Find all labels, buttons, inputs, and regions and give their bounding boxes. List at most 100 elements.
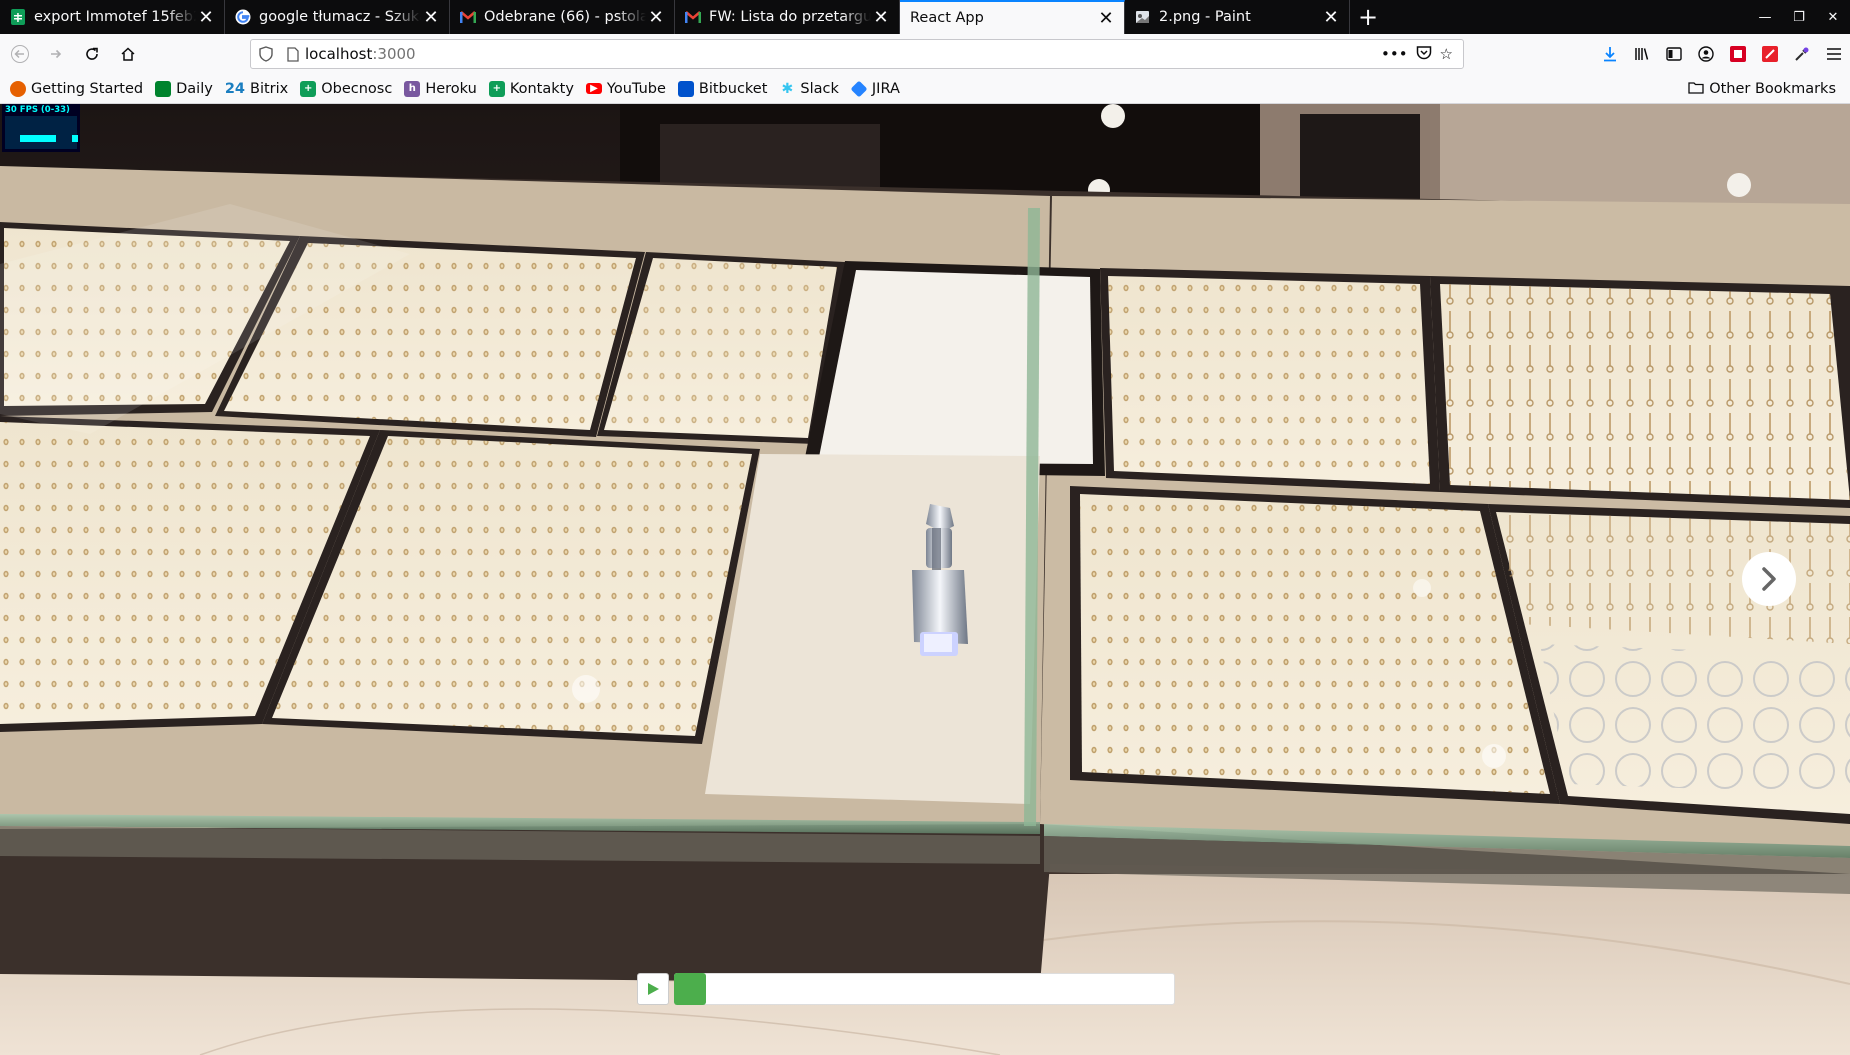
bookmark-label: Heroku: [425, 80, 477, 97]
page-actions-icon[interactable]: •••: [1381, 45, 1408, 64]
minimize-icon[interactable]: —: [1748, 0, 1782, 34]
bookmark-label: YouTube: [606, 80, 666, 97]
bookmark-label: Daily: [176, 80, 213, 97]
extension-pdf-icon[interactable]: [1754, 38, 1786, 70]
bookmark-label: Obecnosc: [321, 80, 393, 97]
google-icon: [235, 9, 251, 25]
tab-title: 2.png - Paint: [1159, 9, 1251, 25]
tab-title: FW: Lista do przetargu na: [709, 9, 871, 25]
fps-graph-tick: [72, 135, 78, 142]
close-icon[interactable]: ✕: [196, 7, 216, 28]
folder-icon: [1688, 81, 1704, 98]
pocket-icon[interactable]: [1416, 45, 1432, 64]
bookmark-heroku[interactable]: h Heroku: [404, 80, 477, 97]
bookmark-daily[interactable]: Daily: [155, 80, 213, 97]
forward-icon[interactable]: [40, 38, 72, 70]
tab-react-app[interactable]: React App ✕: [900, 0, 1125, 34]
bookmark-obecnosc[interactable]: + Obecnosc: [300, 80, 393, 97]
tab-gmail-fw[interactable]: FW: Lista do przetargu na ✕: [675, 0, 900, 34]
bitbucket-icon: [677, 80, 694, 97]
eyedropper-icon[interactable]: [1786, 38, 1818, 70]
close-icon[interactable]: ✕: [1321, 7, 1341, 28]
extension-red-icon[interactable]: [1722, 38, 1754, 70]
bookmarks-bar: Getting Started Daily 24 Bitrix + Obecno…: [0, 74, 1850, 104]
other-bookmarks[interactable]: Other Bookmarks: [1688, 74, 1836, 104]
animation-player: [637, 973, 1175, 1005]
account-icon[interactable]: [1690, 38, 1722, 70]
new-tab-button[interactable]: +: [1350, 0, 1386, 34]
tab-google-translate[interactable]: google tłumacz - Szukaj w Google ✕: [225, 0, 450, 34]
gmail-icon: [460, 9, 476, 25]
url-bar[interactable]: localhost:3000 ••• ☆: [250, 39, 1464, 69]
url-host: localhost: [305, 45, 373, 63]
bookmark-jira[interactable]: JIRA: [850, 80, 900, 97]
page-info-icon[interactable]: [281, 46, 305, 62]
sheets-icon: +: [488, 80, 505, 97]
youtube-icon: ▶: [585, 83, 602, 94]
toolbar-right: [1594, 34, 1850, 74]
window-controls: — ❐ ✕: [1748, 0, 1850, 34]
url-text[interactable]: localhost:3000: [305, 45, 1381, 63]
restore-icon[interactable]: ❐: [1782, 0, 1816, 34]
sidebar-icon[interactable]: [1658, 38, 1690, 70]
close-icon[interactable]: ✕: [871, 7, 891, 28]
tab-paint[interactable]: 2.png - Paint ✕: [1125, 0, 1350, 34]
bookmark-bitrix[interactable]: 24 Bitrix: [225, 81, 288, 97]
play-icon: [648, 983, 659, 995]
tab-gmail-inbox[interactable]: Odebrane (66) - pstolarczyk ✕: [450, 0, 675, 34]
fps-graph: [5, 116, 77, 149]
bookmark-label: Kontakty: [509, 80, 574, 97]
bookmark-label: Bitrix: [250, 80, 289, 97]
downloads-icon[interactable]: [1594, 38, 1626, 70]
chevron-right-icon: [1762, 567, 1776, 591]
bookmark-star-icon[interactable]: ☆: [1440, 45, 1453, 64]
bookmark-label: Getting Started: [31, 80, 144, 97]
jira-icon: [850, 80, 868, 97]
back-icon[interactable]: [4, 38, 36, 70]
bookmark-getting-started[interactable]: Getting Started: [10, 80, 144, 97]
bookmark-slack[interactable]: ✱ Slack: [779, 81, 839, 97]
play-button[interactable]: [637, 973, 669, 1005]
library-icon[interactable]: [1626, 38, 1658, 70]
tab-title: Odebrane (66) - pstolarczyk: [484, 9, 646, 25]
fps-label: 30 FPS (0-33): [5, 105, 70, 115]
gmail-icon: [685, 9, 701, 25]
bookmark-kontakty[interactable]: + Kontakty: [488, 80, 574, 97]
bookmark-youtube[interactable]: ▶ YouTube: [585, 80, 666, 97]
menu-icon[interactable]: [1818, 38, 1850, 70]
progress-track[interactable]: [674, 973, 1175, 1005]
close-icon[interactable]: ✕: [421, 7, 441, 28]
close-icon[interactable]: ✕: [1096, 8, 1116, 29]
bookmark-label: Slack: [800, 80, 839, 97]
sheets-icon: +: [300, 80, 317, 97]
navigation-toolbar: localhost:3000 ••• ☆: [0, 34, 1850, 74]
other-bookmarks-label: Other Bookmarks: [1709, 81, 1836, 97]
tracking-shield-icon[interactable]: [251, 46, 281, 62]
close-icon[interactable]: ✕: [646, 7, 666, 28]
tab-title: React App: [910, 10, 984, 26]
tab-title: google tłumacz - Szukaj w Google: [259, 9, 421, 25]
bookmark-bitbucket[interactable]: Bitbucket: [677, 80, 768, 97]
bookmark-label: Bitbucket: [698, 80, 768, 97]
progress-fill[interactable]: [674, 973, 706, 1005]
next-view-button[interactable]: [1742, 552, 1796, 606]
heroku-icon: h: [404, 80, 421, 97]
fps-stats-panel[interactable]: 30 FPS (0-33): [2, 104, 80, 152]
tab-title: export Immotef 15feb2021: [34, 9, 196, 25]
reload-icon[interactable]: [76, 38, 108, 70]
home-icon[interactable]: [112, 38, 144, 70]
paint-icon: [1135, 9, 1151, 25]
viewer-canvas[interactable]: [0, 104, 1850, 1055]
slack-icon: ✱: [781, 80, 794, 97]
url-port: :3000: [372, 45, 416, 63]
tab-export-immotef[interactable]: export Immotef 15feb2021 ✕: [0, 0, 225, 34]
bookmark-label: JIRA: [871, 80, 900, 97]
firefox-icon: [10, 80, 26, 97]
fps-graph-bars: [20, 135, 56, 142]
meet-icon: [155, 80, 172, 97]
tab-strip: export Immotef 15feb2021 ✕ google tłumac…: [0, 0, 1850, 34]
jewelry-showcase-scene: [0, 104, 1850, 1055]
close-window-icon[interactable]: ✕: [1816, 0, 1850, 34]
sheets-icon: [10, 9, 26, 25]
bitrix-icon: 24: [224, 80, 245, 97]
